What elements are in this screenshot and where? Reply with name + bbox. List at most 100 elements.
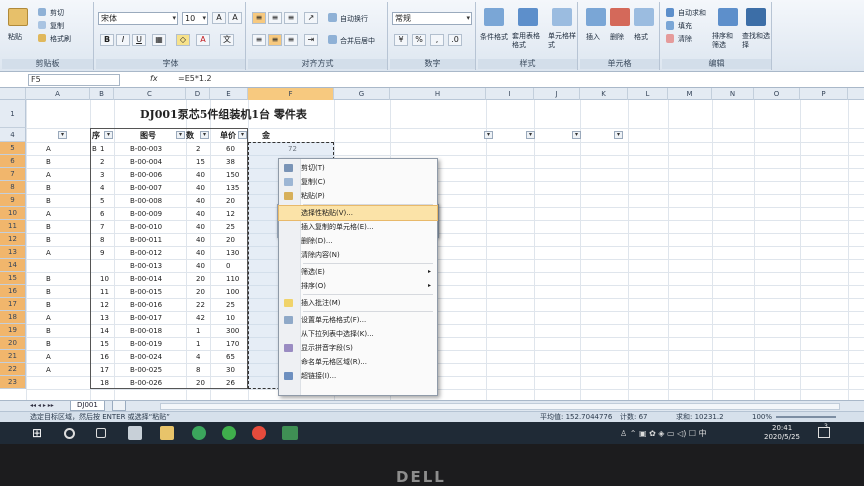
- filter-dropdown-icon[interactable]: ▾: [614, 131, 623, 139]
- wechat-icon[interactable]: [222, 426, 236, 440]
- cut-button[interactable]: 剪切: [50, 8, 64, 18]
- zoom-slider[interactable]: [776, 416, 836, 418]
- conditional-format-icon[interactable]: [484, 8, 504, 26]
- row-header[interactable]: 22: [0, 363, 26, 376]
- bold-button[interactable]: B: [100, 34, 114, 46]
- menu-item-11[interactable]: 设置单元格格式(F)...: [279, 313, 437, 327]
- new-sheet-icon[interactable]: [112, 401, 126, 411]
- row-header[interactable]: 14: [0, 259, 26, 272]
- filter-dropdown-icon[interactable]: ▾: [58, 131, 67, 139]
- row-header[interactable]: 9: [0, 194, 26, 207]
- row-header[interactable]: 15: [0, 272, 26, 285]
- column-header-e[interactable]: E: [210, 88, 248, 100]
- row-header[interactable]: 11: [0, 220, 26, 233]
- menu-item-7[interactable]: 清除内容(N): [279, 248, 437, 262]
- menu-item-4[interactable]: 选择性粘贴(V)...: [278, 205, 438, 221]
- pinned-app-icon[interactable]: [128, 426, 142, 440]
- align-bottom-button[interactable]: ≡: [284, 12, 298, 24]
- file-explorer-icon[interactable]: [160, 426, 174, 440]
- filter-dropdown-icon[interactable]: ▾: [572, 131, 581, 139]
- cell-a[interactable]: B: [46, 275, 51, 283]
- column-header-l[interactable]: L: [628, 88, 668, 100]
- column-header-o[interactable]: O: [754, 88, 800, 100]
- find-select-button[interactable]: 查找和选择: [742, 32, 770, 50]
- font-color-button[interactable]: A: [196, 34, 210, 46]
- grow-font-button[interactable]: A: [212, 12, 226, 24]
- paste-icon[interactable]: [8, 8, 28, 26]
- cell-styles-icon[interactable]: [552, 8, 572, 26]
- format-painter-icon[interactable]: [38, 34, 46, 42]
- format-as-table-icon[interactable]: [518, 8, 538, 26]
- cell-a[interactable]: B: [46, 223, 51, 231]
- menu-item-15[interactable]: 超链接(I)...: [279, 369, 437, 383]
- cell-a[interactable]: A: [46, 210, 51, 218]
- currency-button[interactable]: ¥: [394, 34, 408, 46]
- autosum-button[interactable]: 自动求和: [678, 8, 706, 18]
- column-header-d[interactable]: D: [186, 88, 210, 100]
- pdf-reader-icon[interactable]: [252, 426, 266, 440]
- menu-item-13[interactable]: 显示拼音字段(S): [279, 341, 437, 355]
- format-cells-icon[interactable]: [634, 8, 654, 26]
- font-size-combo[interactable]: 10: [182, 12, 208, 25]
- sheet-nav-arrows[interactable]: ◂◂ ◂ ▸ ▸▸: [30, 402, 54, 409]
- sheet-tab-dj001[interactable]: DJ001: [70, 401, 105, 411]
- insert-function-button[interactable]: fx: [150, 74, 170, 86]
- clock-time[interactable]: 20:41: [772, 424, 792, 432]
- menu-item-10[interactable]: 插入批注(M): [279, 296, 437, 310]
- row-header[interactable]: 10: [0, 207, 26, 220]
- number-format-combo[interactable]: 常规: [392, 12, 472, 25]
- windows-start-icon[interactable]: ⊞: [32, 426, 46, 440]
- border-button[interactable]: ▦: [152, 34, 166, 46]
- align-right-button[interactable]: ≡: [284, 34, 298, 46]
- row-header[interactable]: 12: [0, 233, 26, 246]
- column-header-h[interactable]: H: [390, 88, 486, 100]
- row-header-1[interactable]: 1: [0, 100, 26, 128]
- menu-item-9[interactable]: 排序(O) ▸: [279, 279, 437, 293]
- column-header-a[interactable]: A: [26, 88, 90, 100]
- row-header[interactable]: 19: [0, 324, 26, 337]
- row-header[interactable]: 13: [0, 246, 26, 259]
- sort-filter-icon[interactable]: [718, 8, 738, 26]
- worksheet-grid[interactable]: ABCDEFGHIJKLMNOP 1 DJ001泵芯5件组装机1台 零件表 4 序图号…: [0, 88, 864, 400]
- menu-item-12[interactable]: 从下拉列表中选择(K)...: [279, 327, 437, 341]
- cell-a[interactable]: B: [46, 340, 51, 348]
- task-view-icon[interactable]: [96, 428, 106, 438]
- align-left-button[interactable]: ≡: [252, 34, 266, 46]
- format-button[interactable]: 格式: [634, 32, 648, 42]
- menu-item-14[interactable]: 命名单元格区域(R)...: [279, 355, 437, 369]
- row-header[interactable]: 5: [0, 142, 26, 155]
- column-header-b[interactable]: B: [90, 88, 114, 100]
- delete-button[interactable]: 删除: [610, 32, 624, 42]
- wrap-text-button[interactable]: 自动换行: [340, 14, 368, 24]
- name-box[interactable]: F5: [28, 74, 120, 86]
- indent-button[interactable]: ⇥: [304, 34, 318, 46]
- align-top-button[interactable]: ≡: [252, 12, 266, 24]
- delete-cells-icon[interactable]: [610, 8, 630, 26]
- scissors-icon[interactable]: [38, 8, 46, 16]
- filter-dropdown-icon[interactable]: ▾: [526, 131, 535, 139]
- row-header[interactable]: 6: [0, 155, 26, 168]
- formula-input[interactable]: =E5*1.2: [176, 74, 836, 86]
- fill-color-button[interactable]: ◇: [176, 34, 190, 46]
- find-select-icon[interactable]: [746, 8, 766, 26]
- row-header[interactable]: 23: [0, 376, 26, 389]
- align-center-button[interactable]: ≡: [268, 34, 282, 46]
- column-header-j[interactable]: J: [534, 88, 580, 100]
- merge-center-button[interactable]: 合并后居中: [340, 36, 375, 46]
- row-header[interactable]: 7: [0, 168, 26, 181]
- column-header-g[interactable]: G: [334, 88, 390, 100]
- excel-taskbar-icon[interactable]: [282, 426, 298, 440]
- row-header-4[interactable]: 4: [0, 128, 26, 142]
- cell-a[interactable]: B: [46, 236, 51, 244]
- menu-item-2[interactable]: 复制(C): [279, 175, 437, 189]
- cell-a[interactable]: A: [46, 171, 51, 179]
- cell-a[interactable]: B: [46, 197, 51, 205]
- copy-button[interactable]: 复制: [50, 21, 64, 31]
- shrink-font-button[interactable]: A: [228, 12, 242, 24]
- phonetic-button[interactable]: 文: [220, 34, 234, 46]
- cell-a[interactable]: B: [46, 327, 51, 335]
- italic-button[interactable]: I: [116, 34, 130, 46]
- clock-date[interactable]: 2020/5/25: [764, 433, 800, 441]
- menu-item-5[interactable]: 插入复制的单元格(E)...: [279, 220, 437, 234]
- column-header-c[interactable]: C: [114, 88, 186, 100]
